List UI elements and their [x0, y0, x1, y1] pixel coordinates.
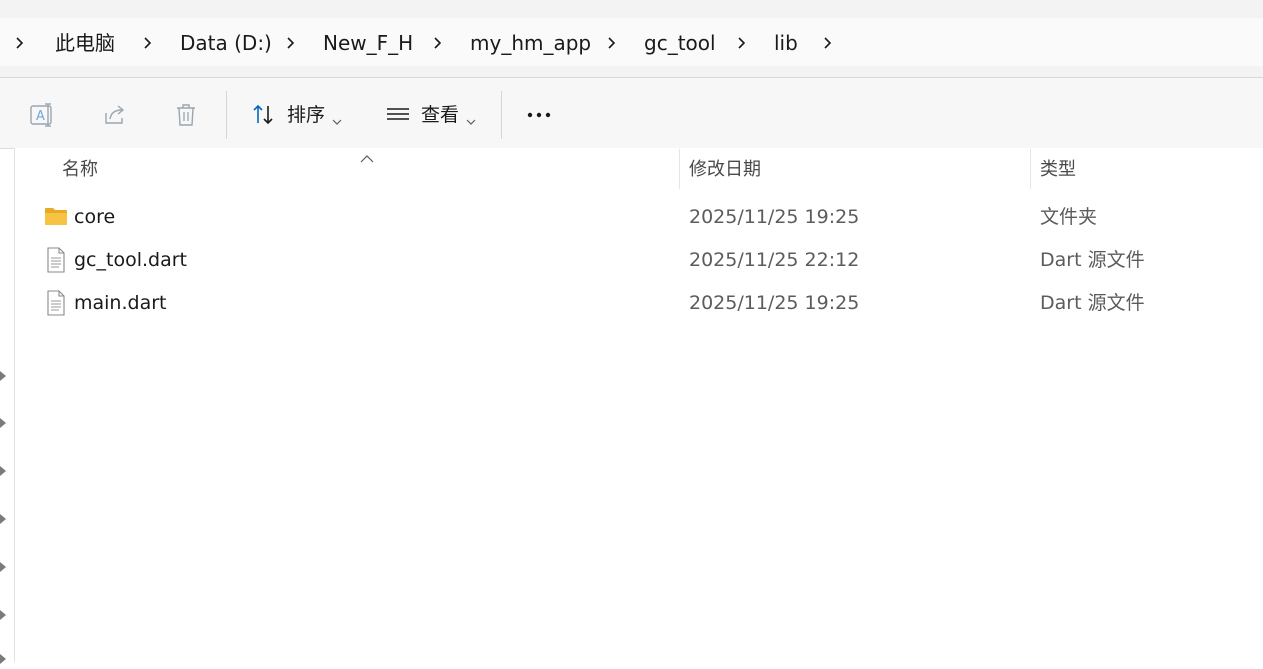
svg-text:A: A	[36, 109, 45, 124]
file-icon	[46, 247, 68, 273]
breadcrumb-item-new-f-h[interactable]: New_F_H	[323, 29, 413, 57]
chevron-right-icon[interactable]	[736, 33, 748, 53]
share-icon[interactable]	[101, 101, 129, 129]
chevron-right-icon[interactable]	[432, 33, 444, 53]
nav-expand-icon[interactable]	[0, 367, 7, 381]
column-divider[interactable]	[679, 149, 680, 189]
delete-icon[interactable]	[172, 101, 200, 129]
file-name: core	[74, 206, 116, 228]
file-modified: 2025/11/25 19:25	[689, 206, 860, 228]
view-list-icon	[384, 101, 412, 129]
file-type: Dart 源文件	[1040, 249, 1145, 271]
column-header-type[interactable]: 类型	[1040, 158, 1076, 182]
breadcrumb-item-data-drive[interactable]: Data (D:)	[180, 29, 272, 57]
nav-expand-icon[interactable]	[0, 414, 7, 428]
nav-expand-icon[interactable]	[0, 606, 7, 620]
chevron-right-icon[interactable]	[142, 33, 154, 53]
view-button[interactable]: 查看	[374, 92, 492, 138]
chevron-right-icon[interactable]	[606, 33, 618, 53]
column-header-modified[interactable]: 修改日期	[689, 158, 761, 182]
title-strip	[0, 0, 1263, 18]
more-icon[interactable]	[525, 101, 553, 129]
nav-expand-icon[interactable]	[0, 558, 7, 572]
chevron-down-icon	[466, 111, 476, 125]
toolbar-divider	[501, 91, 502, 139]
column-header-name[interactable]: 名称	[62, 158, 98, 182]
file-icon	[46, 290, 68, 316]
breadcrumb-root-chevron-icon[interactable]	[14, 33, 26, 53]
file-modified: 2025/11/25 19:25	[689, 292, 860, 314]
file-modified: 2025/11/25 22:12	[689, 249, 860, 271]
sort-ascending-icon	[360, 148, 374, 163]
chevron-right-icon[interactable]	[822, 33, 834, 53]
file-type: 文件夹	[1040, 206, 1098, 228]
chevron-down-icon	[332, 111, 342, 125]
toolbar-divider	[226, 91, 227, 139]
breadcrumb-item-this-pc[interactable]: 此电脑	[55, 29, 115, 57]
file-type: Dart 源文件	[1040, 292, 1145, 314]
folder-icon	[44, 205, 67, 229]
rename-icon[interactable]: A	[28, 101, 56, 129]
list-item-core[interactable]: core 2025/11/25 19:25 文件夹	[15, 196, 1263, 239]
sort-arrows-icon	[250, 101, 278, 129]
list-item-main-dart[interactable]: main.dart 2025/11/25 19:25 Dart 源文件	[15, 282, 1263, 325]
breadcrumb-item-my-hm-app[interactable]: my_hm_app	[470, 29, 591, 57]
file-name: gc_tool.dart	[74, 249, 187, 271]
sort-label: 排序	[287, 104, 326, 126]
file-name: main.dart	[74, 292, 167, 314]
nav-expand-icon[interactable]	[0, 462, 7, 476]
breadcrumb-item-lib[interactable]: lib	[774, 29, 798, 57]
view-label: 查看	[421, 104, 460, 126]
nav-expand-icon[interactable]	[0, 510, 7, 524]
list-item-gc-tool-dart[interactable]: gc_tool.dart 2025/11/25 22:12 Dart 源文件	[15, 239, 1263, 282]
separator-strip	[0, 66, 1263, 77]
breadcrumb-item-gc-tool[interactable]: gc_tool	[644, 29, 716, 57]
nav-expand-icon[interactable]	[0, 650, 7, 664]
sort-button[interactable]: 排序	[240, 92, 358, 138]
chevron-right-icon[interactable]	[285, 33, 297, 53]
column-divider[interactable]	[1030, 149, 1031, 189]
